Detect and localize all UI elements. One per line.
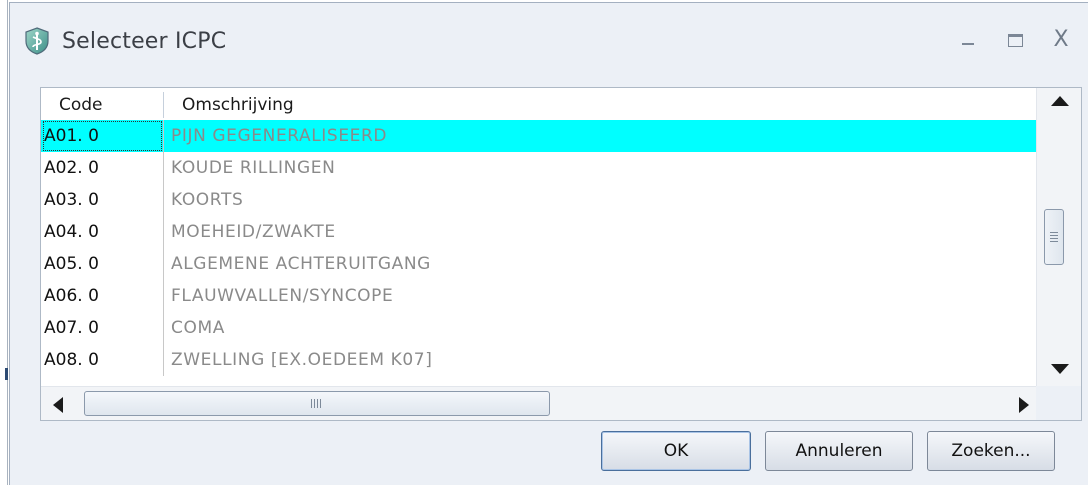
- cell-code: A07. 0: [44, 318, 99, 338]
- arrow-right-icon[interactable]: [1019, 397, 1029, 413]
- edge-line: [7, 0, 8, 485]
- grip-line: [311, 399, 312, 408]
- cancel-button[interactable]: Annuleren: [765, 431, 913, 471]
- table-row[interactable]: A06. 0 FLAUWVALLEN/SYNCOPE: [41, 280, 1036, 312]
- grip-line: [320, 399, 321, 408]
- background-window-edge: [0, 0, 8, 485]
- vertical-scrollbar[interactable]: [1036, 88, 1081, 386]
- cell-description: ZWELLING [EX.OEDEEM K07]: [171, 350, 433, 370]
- grip-line: [1050, 235, 1058, 236]
- column-divider[interactable]: [163, 92, 164, 118]
- cell-divider: [163, 280, 164, 312]
- shield-caduceus-icon: [25, 27, 49, 55]
- arrow-down-icon[interactable]: [1051, 364, 1069, 374]
- cell-description: ALGEMENE ACHTERUITGANG: [171, 254, 431, 274]
- table-row[interactable]: A05. 0 ALGEMENE ACHTERUITGANG: [41, 248, 1036, 280]
- table-row[interactable]: A01. 0 PIJN GEGENERALISEERD: [41, 120, 1036, 152]
- cell-description: COMA: [171, 318, 225, 338]
- close-button[interactable]: X: [1046, 25, 1076, 55]
- horizontal-scroll-thumb[interactable]: [84, 391, 550, 416]
- cell-code: A02. 0: [44, 158, 99, 178]
- title-bar[interactable]: Selecteer ICPC X: [10, 3, 1088, 81]
- table-row[interactable]: A07. 0 COMA: [41, 312, 1036, 344]
- scrollbar-corner: [1036, 386, 1081, 420]
- grip-line: [1050, 241, 1058, 242]
- search-button[interactable]: Zoeken...: [927, 431, 1055, 471]
- minimize-icon: [962, 43, 974, 45]
- cell-code: A04. 0: [44, 222, 99, 242]
- arrow-up-icon[interactable]: [1051, 96, 1069, 106]
- grid-header: Code Omschrijving: [41, 88, 1036, 120]
- cell-description: PIJN GEGENERALISEERD: [171, 126, 388, 146]
- cell-divider: [163, 312, 164, 344]
- ok-button[interactable]: OK: [601, 431, 751, 471]
- arrow-left-icon[interactable]: [53, 397, 63, 413]
- icpc-grid[interactable]: Code Omschrijving A01. 0 PIJN GEGENERALI…: [40, 87, 1082, 421]
- cell-description: KOORTS: [171, 190, 244, 210]
- cell-description: FLAUWVALLEN/SYNCOPE: [171, 286, 394, 306]
- cell-code: A03. 0: [44, 190, 99, 210]
- cell-divider: [163, 248, 164, 280]
- maximize-icon: [1008, 34, 1023, 47]
- cell-code: A08. 0: [44, 350, 99, 370]
- table-row[interactable]: A08. 0 ZWELLING [EX.OEDEEM K07]: [41, 344, 1036, 376]
- cell-divider: [163, 120, 164, 152]
- table-row[interactable]: A02. 0 KOUDE RILLINGEN: [41, 152, 1036, 184]
- cell-divider: [163, 152, 164, 184]
- cell-code: A05. 0: [44, 254, 99, 274]
- table-row[interactable]: A04. 0 MOEHEID/ZWAKTE: [41, 216, 1036, 248]
- cell-description: MOEHEID/ZWAKTE: [171, 222, 336, 242]
- dialog-window: Selecteer ICPC X Code Omschrijving A01. …: [9, 2, 1088, 485]
- maximize-button[interactable]: [1000, 25, 1030, 55]
- horizontal-scrollbar[interactable]: [41, 386, 1036, 420]
- cell-code: A06. 0: [44, 286, 99, 306]
- cell-divider: [163, 184, 164, 216]
- cell-code: A01. 0: [42, 120, 163, 152]
- grid-rows: A01. 0 PIJN GEGENERALISEERD A02. 0 KOUDE…: [41, 120, 1036, 376]
- grip-line: [1050, 232, 1058, 233]
- column-header-code[interactable]: Code: [59, 95, 103, 115]
- vertical-scroll-thumb[interactable]: [1044, 209, 1064, 265]
- minimize-button[interactable]: [954, 25, 984, 55]
- grip-line: [317, 399, 318, 408]
- table-row[interactable]: A03. 0 KOORTS: [41, 184, 1036, 216]
- column-header-description[interactable]: Omschrijving: [182, 95, 294, 115]
- cell-description: KOUDE RILLINGEN: [171, 158, 336, 178]
- cell-divider: [163, 344, 164, 376]
- window-title: Selecteer ICPC: [62, 29, 227, 54]
- grip-line: [1050, 238, 1058, 239]
- cell-divider: [163, 216, 164, 248]
- grip-line: [314, 399, 315, 408]
- edge-marker: [5, 368, 8, 380]
- close-icon: X: [1053, 27, 1069, 52]
